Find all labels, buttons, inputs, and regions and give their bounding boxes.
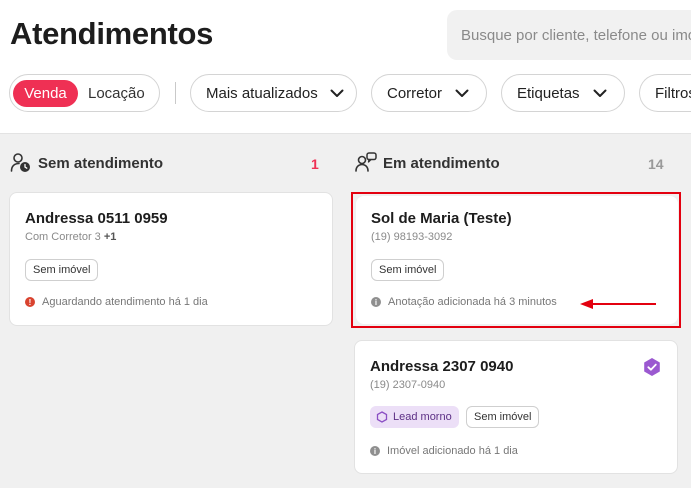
lead-status: i Imóvel adicionado há 1 dia [370,445,518,457]
info-icon: i [370,446,380,456]
page-title: Atendimentos [10,16,214,51]
lead-status-text: Aguardando atendimento há 1 dia [42,296,208,308]
toggle-option-locacao[interactable]: Locação [88,85,145,102]
sort-dropdown[interactable]: Mais atualizados [190,74,357,112]
corretor-dropdown[interactable]: Corretor [371,74,487,112]
arrow-left-icon [580,297,658,315]
verified-badge-icon [642,357,662,382]
tag-sem-imovel[interactable]: Sem imóvel [466,406,540,428]
chevron-down-icon [330,85,344,102]
lead-broker: Com Corretor 3 +1 [25,231,116,243]
tag-lead-morno[interactable]: Lead morno [370,406,459,428]
lead-phone: (19) 2307-0940 [370,379,446,391]
column-title-sem-atendimento: Sem atendimento [38,155,164,172]
toggle-option-venda[interactable]: Venda [13,80,78,107]
users-chat-icon [355,151,377,178]
lead-card[interactable]: Andressa 2307 0940 (19) 2307-0940 Lead m… [354,340,678,474]
lead-name: Andressa 2307 0940 [370,358,514,375]
search-input[interactable]: Busque por cliente, telefone ou imóvel [447,10,691,60]
chevron-down-icon [455,85,469,102]
lead-broker-extra: +1 [103,231,117,243]
etiquetas-dropdown-label: Etiquetas [517,84,580,102]
user-clock-icon [10,152,32,179]
top-bar: Atendimentos Busque por cliente, telefon… [0,0,691,134]
column-count-em-atendimento: 14 [648,156,664,172]
sort-dropdown-label: Mais atualizados [206,84,318,102]
lead-broker-name: Com Corretor 3 [25,231,101,243]
hexagon-icon [376,411,388,423]
lead-status: ! Aguardando atendimento há 1 dia [25,296,208,308]
column-count-sem-atendimento: 1 [311,156,319,172]
etiquetas-dropdown[interactable]: Etiquetas [501,74,625,112]
corretor-dropdown-label: Corretor [387,84,443,102]
tag-lead-morno-label: Lead morno [393,411,452,423]
filtros-button-label: Filtros [655,84,691,102]
tag-sem-imovel[interactable]: Sem imóvel [25,259,99,281]
chevron-down-icon [593,85,607,102]
alert-icon: ! [25,297,35,307]
lead-status-text: Imóvel adicionado há 1 dia [387,445,518,457]
venda-locacao-toggle[interactable]: Venda Locação [9,74,160,112]
lead-name: Andressa 0511 0959 [25,210,168,227]
column-title-em-atendimento: Em atendimento [383,155,500,172]
filtros-button[interactable]: Filtros [639,74,691,112]
lead-card[interactable]: Andressa 0511 0959 Com Corretor 3 +1 Sem… [9,192,333,326]
divider [175,82,176,104]
search-placeholder: Busque por cliente, telefone ou imóvel [461,27,691,44]
